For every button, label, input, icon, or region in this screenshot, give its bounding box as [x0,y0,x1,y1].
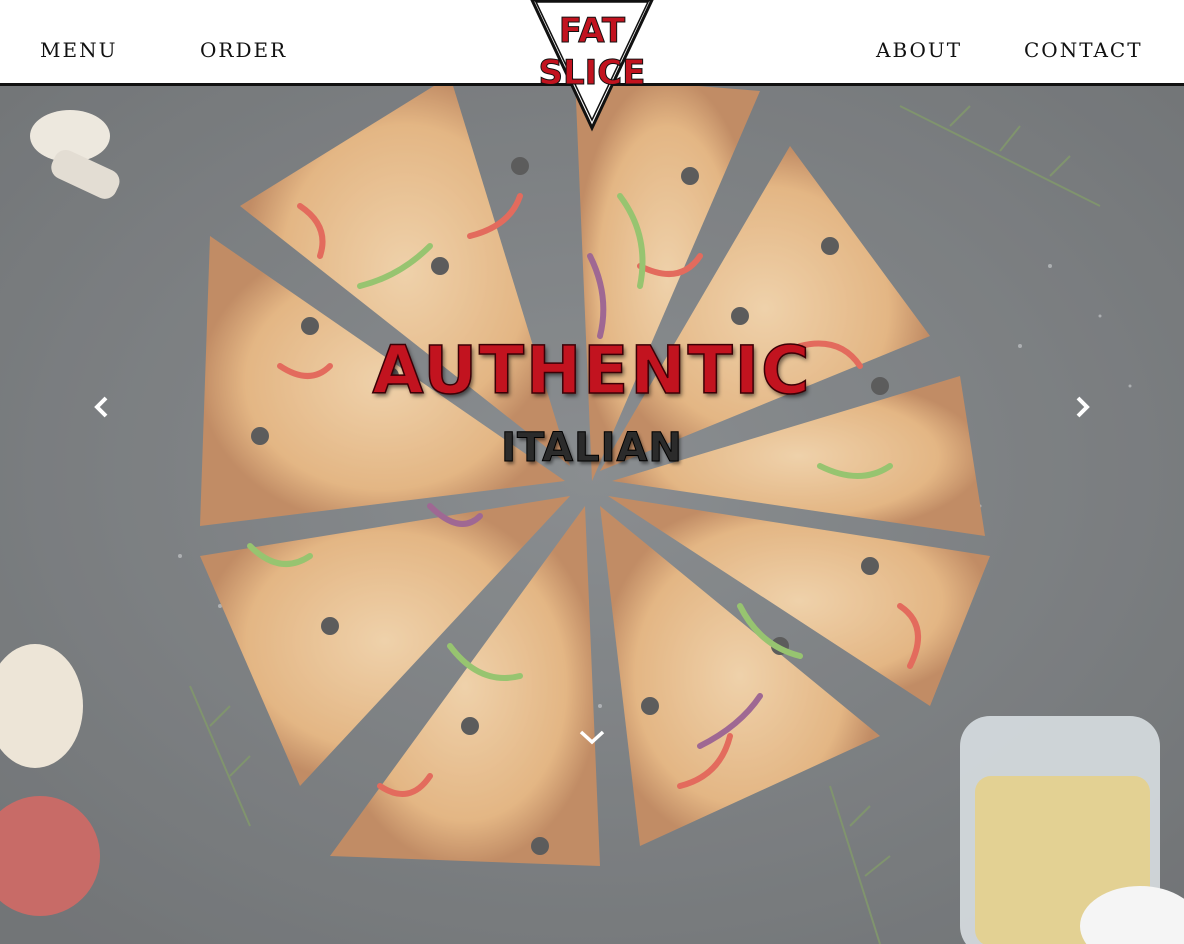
chevron-down-icon [579,730,605,745]
hero-overlay [0,86,1184,944]
nav-menu-link[interactable]: MENU [40,38,117,62]
nav-order-link[interactable]: ORDER [200,38,287,62]
hero-headline: AUTHENTIC [372,332,812,409]
nav-about-link[interactable]: ABOUT [876,38,962,62]
chevron-left-icon [94,396,108,418]
nav-contact-link[interactable]: CONTACT [1024,38,1143,62]
scroll-down-button[interactable] [575,722,609,752]
carousel-next-button[interactable] [1067,387,1097,427]
fat-slice-logo[interactable]: FAT SLICE [530,0,654,132]
carousel-prev-button[interactable] [87,387,117,427]
logo-line1: FAT [559,11,626,51]
chevron-right-icon [1076,396,1090,418]
logo-line2: SLICE [539,53,646,93]
logo-triangle-icon: FAT SLICE [530,0,654,132]
hero-carousel: AUTHENTIC ITALIAN [0,86,1184,944]
hero-subheadline: ITALIAN [501,425,683,471]
